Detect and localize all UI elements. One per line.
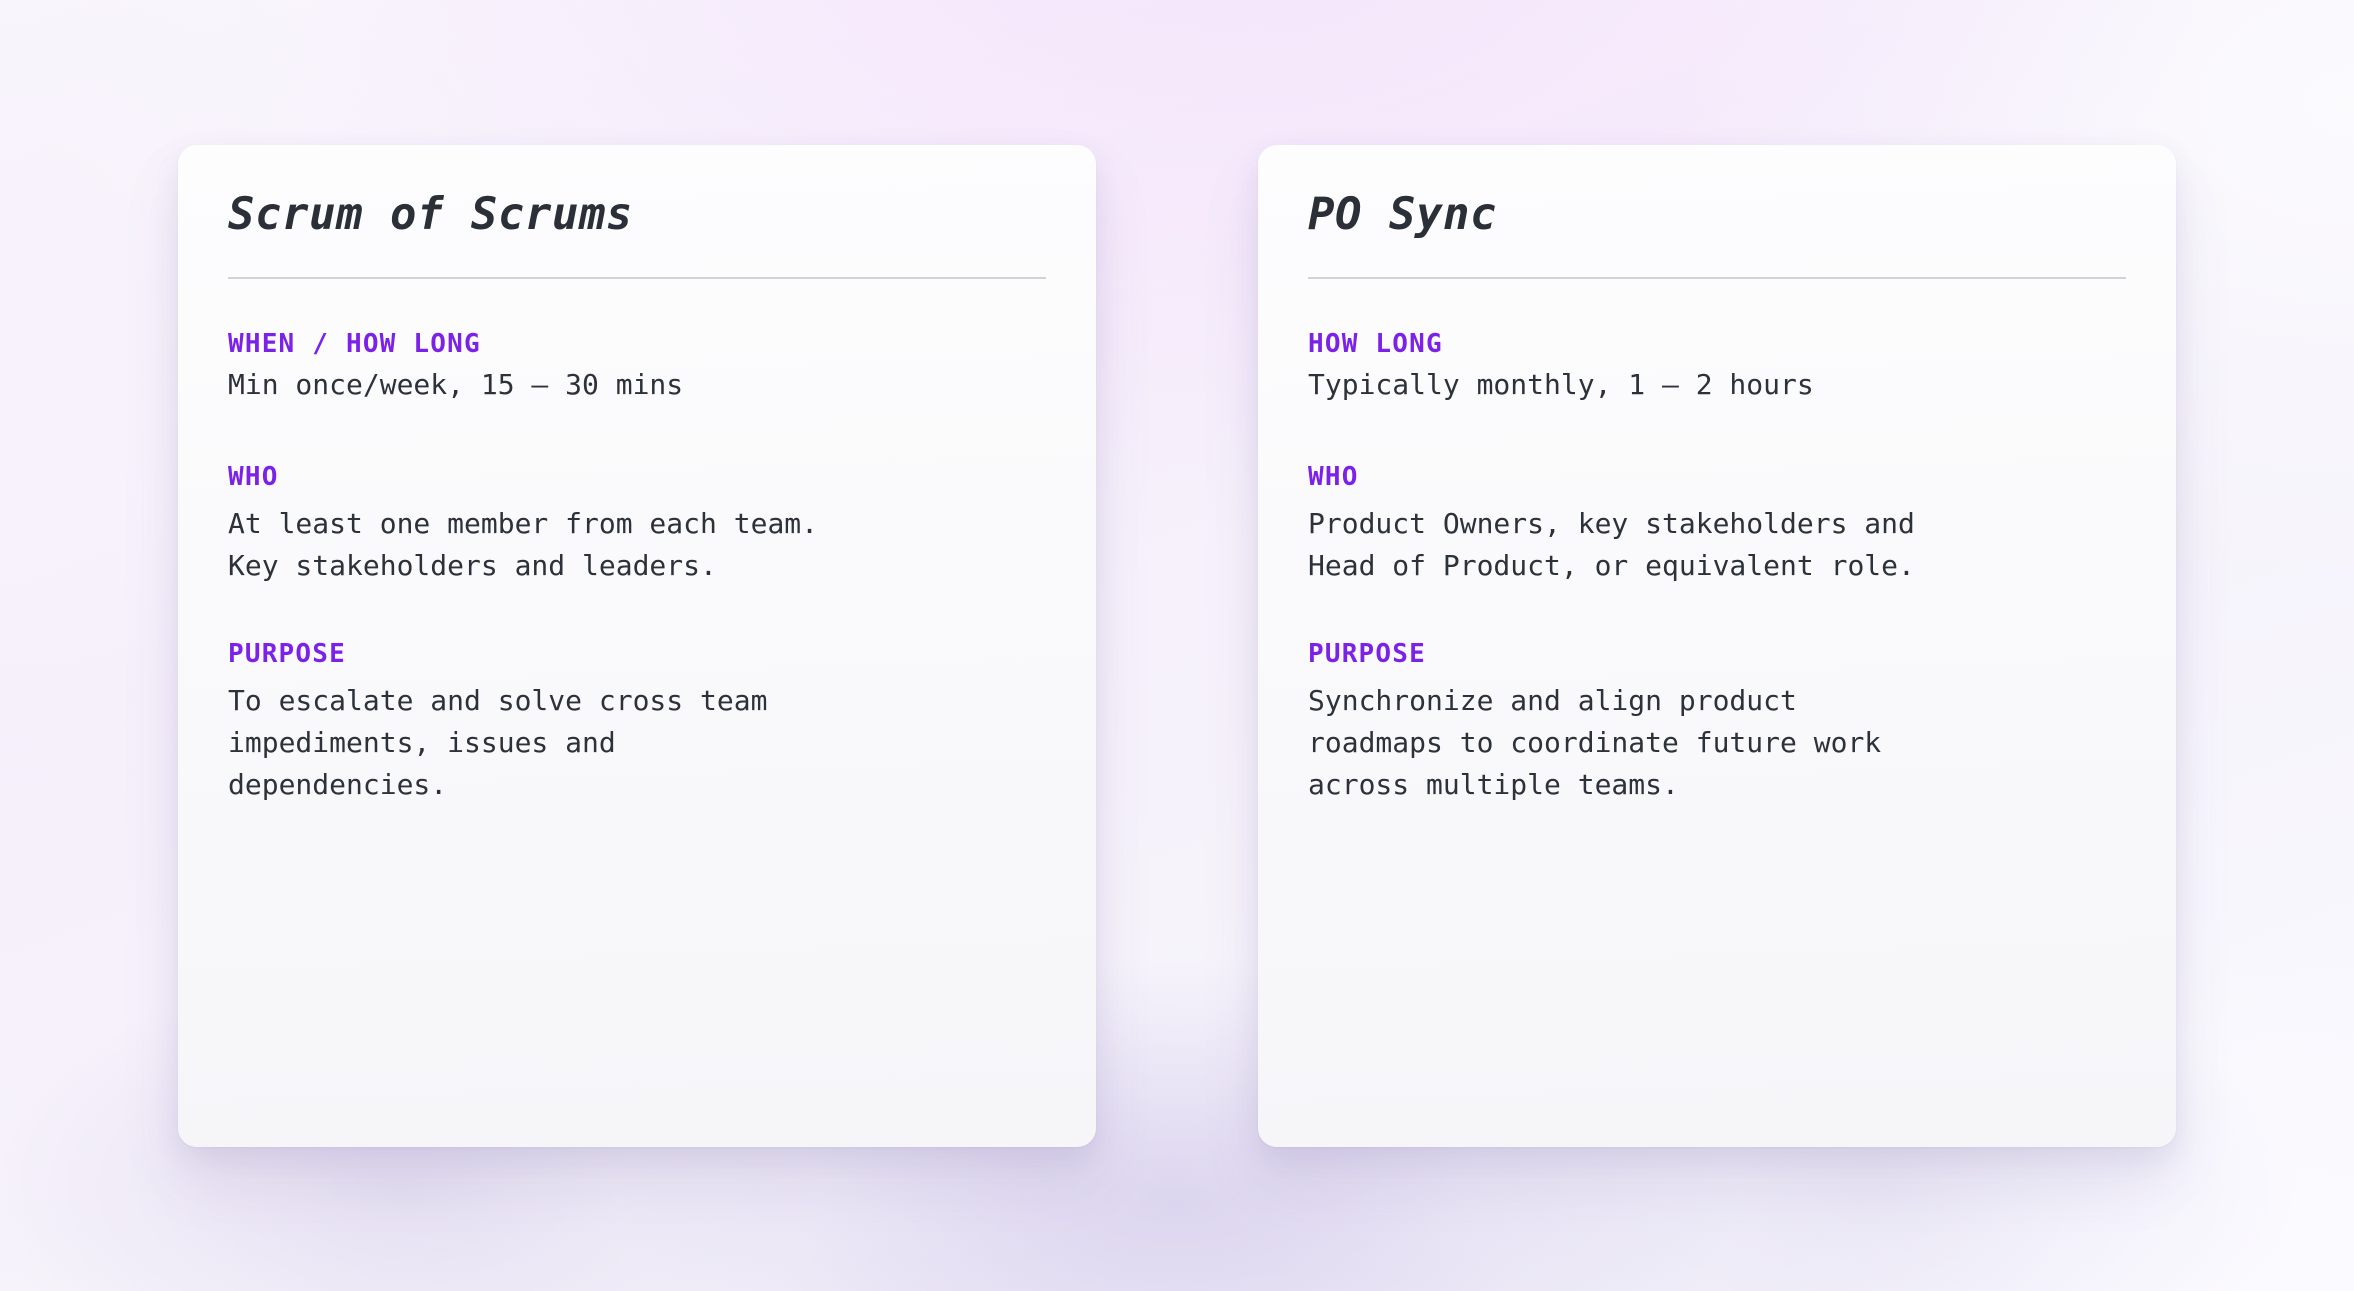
section-when-how-long: WHEN / HOW LONG Min once/week, 15 – 30 m… bbox=[228, 329, 1046, 406]
section-body: Product Owners, key stakeholders and Hea… bbox=[1308, 506, 1915, 582]
card-title: PO Sync bbox=[1308, 189, 1497, 240]
card-sections: WHEN / HOW LONG Min once/week, 15 – 30 m… bbox=[228, 329, 1046, 807]
section-who: WHO At least one member from each team. … bbox=[228, 462, 1046, 587]
section-body: To escalate and solve cross team impedim… bbox=[228, 684, 768, 802]
section-label: WHO bbox=[1308, 461, 1359, 492]
section-label: WHEN / HOW LONG bbox=[228, 328, 481, 359]
section-label: PURPOSE bbox=[1308, 638, 1426, 669]
section-body: Min once/week, 15 – 30 mins bbox=[228, 367, 684, 401]
section-label: WHO bbox=[228, 461, 279, 492]
card-sections: HOW LONG Typically monthly, 1 – 2 hours … bbox=[1308, 329, 2126, 807]
section-label: HOW LONG bbox=[1308, 328, 1443, 359]
section-purpose: PURPOSE To escalate and solve cross team… bbox=[228, 639, 1046, 806]
meeting-card-po-sync[interactable]: PO Sync HOW LONG Typically monthly, 1 – … bbox=[1258, 145, 2176, 1147]
section-how-long: HOW LONG Typically monthly, 1 – 2 hours bbox=[1308, 329, 2126, 406]
section-body: Synchronize and align product roadmaps t… bbox=[1308, 684, 1882, 802]
section-body: At least one member from each team. Key … bbox=[228, 506, 819, 582]
section-who: WHO Product Owners, key stakeholders and… bbox=[1308, 462, 2126, 587]
card-grid: Scrum of Scrums WHEN / HOW LONG Min once… bbox=[178, 145, 2176, 1147]
section-body: Typically monthly, 1 – 2 hours bbox=[1308, 367, 1814, 401]
section-label: PURPOSE bbox=[228, 638, 346, 669]
section-purpose: PURPOSE Synchronize and align product ro… bbox=[1308, 639, 2126, 806]
meeting-card-scrum-of-scrums[interactable]: Scrum of Scrums WHEN / HOW LONG Min once… bbox=[178, 145, 1096, 1147]
card-divider bbox=[1308, 276, 2126, 279]
card-divider bbox=[228, 276, 1046, 279]
card-title: Scrum of Scrums bbox=[228, 189, 633, 240]
